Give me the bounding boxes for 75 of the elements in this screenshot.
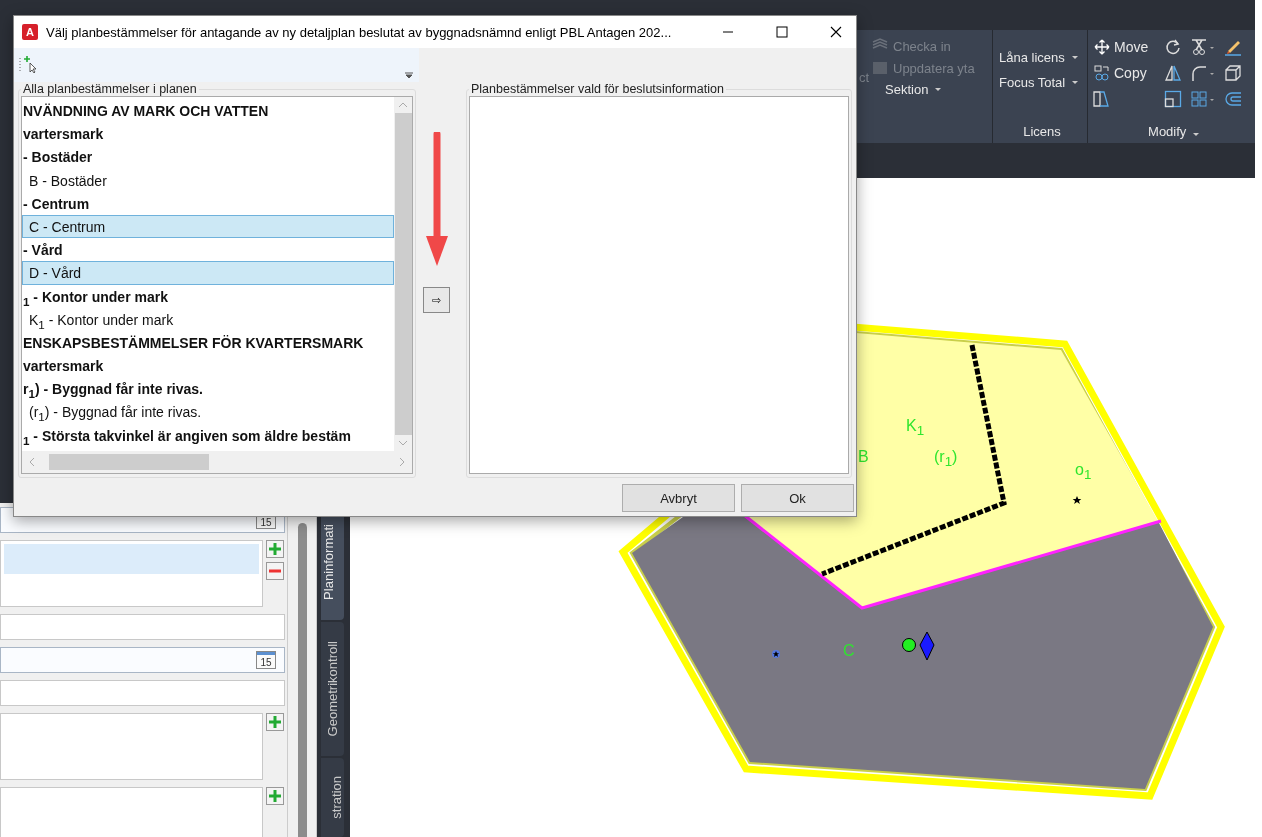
stretch-icon[interactable] xyxy=(1092,90,1110,108)
list-item[interactable]: K$_{1}$ - Kontor under mark xyxy=(22,307,394,331)
eraser-icon[interactable] xyxy=(1224,38,1242,56)
remove-icon[interactable] xyxy=(266,562,284,580)
add-cursor-icon[interactable] xyxy=(18,54,38,74)
box-icon xyxy=(871,60,889,76)
add-icon[interactable] xyxy=(266,713,284,731)
add-icon[interactable] xyxy=(266,787,284,805)
offset-icon[interactable] xyxy=(1224,90,1242,108)
overflow-icon[interactable] xyxy=(405,71,413,79)
list-box[interactable] xyxy=(0,540,263,607)
list-item[interactable]: vartersmark xyxy=(22,122,394,146)
scale-icon[interactable] xyxy=(1164,90,1182,108)
star-marker xyxy=(772,650,780,658)
calendar-icon[interactable]: 15 xyxy=(256,651,276,669)
map-label: C xyxy=(843,643,855,659)
list-item[interactable]: $_{1}$ - Största takvinkel är angiven som äldre bestäm xyxy=(22,423,394,447)
copy-icon xyxy=(1094,65,1110,81)
scrollbar[interactable] xyxy=(22,451,412,473)
input-field[interactable]: 15 xyxy=(0,647,285,673)
side-tab[interactable]: stration xyxy=(321,757,344,837)
scroll-down-icon[interactable] xyxy=(398,439,408,447)
scroll-left-icon[interactable] xyxy=(28,457,36,467)
cancel-button[interactable]: Avbryt xyxy=(622,484,735,512)
list-item[interactable]: - Vård xyxy=(22,238,394,262)
move-icon xyxy=(1094,39,1110,55)
panel-title[interactable]: Modify xyxy=(1148,124,1199,143)
list-item[interactable]: ENSKAPSBESTÄMMELSER FÖR KVARTERSMARK xyxy=(22,330,394,355)
input-field[interactable] xyxy=(0,614,285,640)
list-item[interactable]: B - Bostäder xyxy=(22,168,394,192)
ribbon-label: ct xyxy=(859,70,871,87)
scrollbar[interactable] xyxy=(297,523,307,837)
list-box[interactable] xyxy=(0,713,263,780)
scissors-icon[interactable] xyxy=(1190,38,1216,56)
list-item[interactable]: - Centrum xyxy=(22,191,394,215)
panel-title: Licens xyxy=(1023,124,1061,141)
group-label: Alla planbestämmelser i planen xyxy=(22,82,198,96)
list-item[interactable]: NVÄNDNING AV MARK OCH VATTEN xyxy=(22,99,394,123)
list-item[interactable]: r$_{1}$) - Byggnad får inte rivas. xyxy=(22,377,394,401)
add-icon[interactable] xyxy=(266,540,284,558)
list-item[interactable]: (r$_{1}$) - Byggnad får inte rivas. xyxy=(22,400,394,424)
map-label: o$_{1}$ xyxy=(1075,462,1092,482)
list-item[interactable]: D - Vård xyxy=(22,261,394,285)
map-label: (r$_{1}$) xyxy=(934,449,958,469)
fillet-icon[interactable] xyxy=(1190,64,1216,82)
move-right-button[interactable]: ⇨ xyxy=(422,287,450,313)
map-label: B xyxy=(858,449,869,465)
scroll-right-icon[interactable] xyxy=(398,457,406,467)
list-item[interactable]: C - Centrum xyxy=(22,214,394,239)
group-label: Planbestämmelser vald för beslutsinformation xyxy=(470,82,725,96)
list-item[interactable]: vartersmark xyxy=(22,354,394,378)
side-tab[interactable]: Geometrikontroll xyxy=(321,621,344,756)
input-field[interactable] xyxy=(0,680,285,706)
window-title: Välj planbestämmelser för antagande av ny detaljplan beslutat av byggnadsnämnd enligt PBL Antagen 202... xyxy=(46,24,673,40)
scroll-up-icon[interactable] xyxy=(398,101,408,109)
star-marker xyxy=(1072,496,1082,504)
copy-button[interactable]: Copy xyxy=(1092,65,1162,81)
list-item[interactable]: $_{1}$ - Kontor under mark xyxy=(22,284,394,308)
rotate-icon[interactable] xyxy=(1164,38,1182,56)
map-label: K$_{1}$ xyxy=(906,418,925,438)
app-icon: A xyxy=(22,24,38,40)
move-button[interactable]: Move xyxy=(1092,39,1162,55)
close-icon[interactable] xyxy=(830,26,842,38)
ribbon-button[interactable]: Sektion xyxy=(883,82,977,97)
ribbon-button[interactable]: Låna licens xyxy=(997,50,1087,65)
ribbon-button[interactable]: Focus Total xyxy=(997,75,1087,90)
list-item[interactable]: - Bostäder xyxy=(22,145,394,169)
ok-button[interactable]: Ok xyxy=(741,484,854,512)
maximize-icon[interactable] xyxy=(776,26,788,38)
array-icon[interactable] xyxy=(1190,90,1216,108)
cube-icon[interactable] xyxy=(1224,64,1242,82)
mirror-icon[interactable] xyxy=(1164,64,1182,82)
scrollbar[interactable] xyxy=(394,97,412,451)
list-box[interactable] xyxy=(0,787,263,837)
diamond-marker xyxy=(919,631,935,661)
